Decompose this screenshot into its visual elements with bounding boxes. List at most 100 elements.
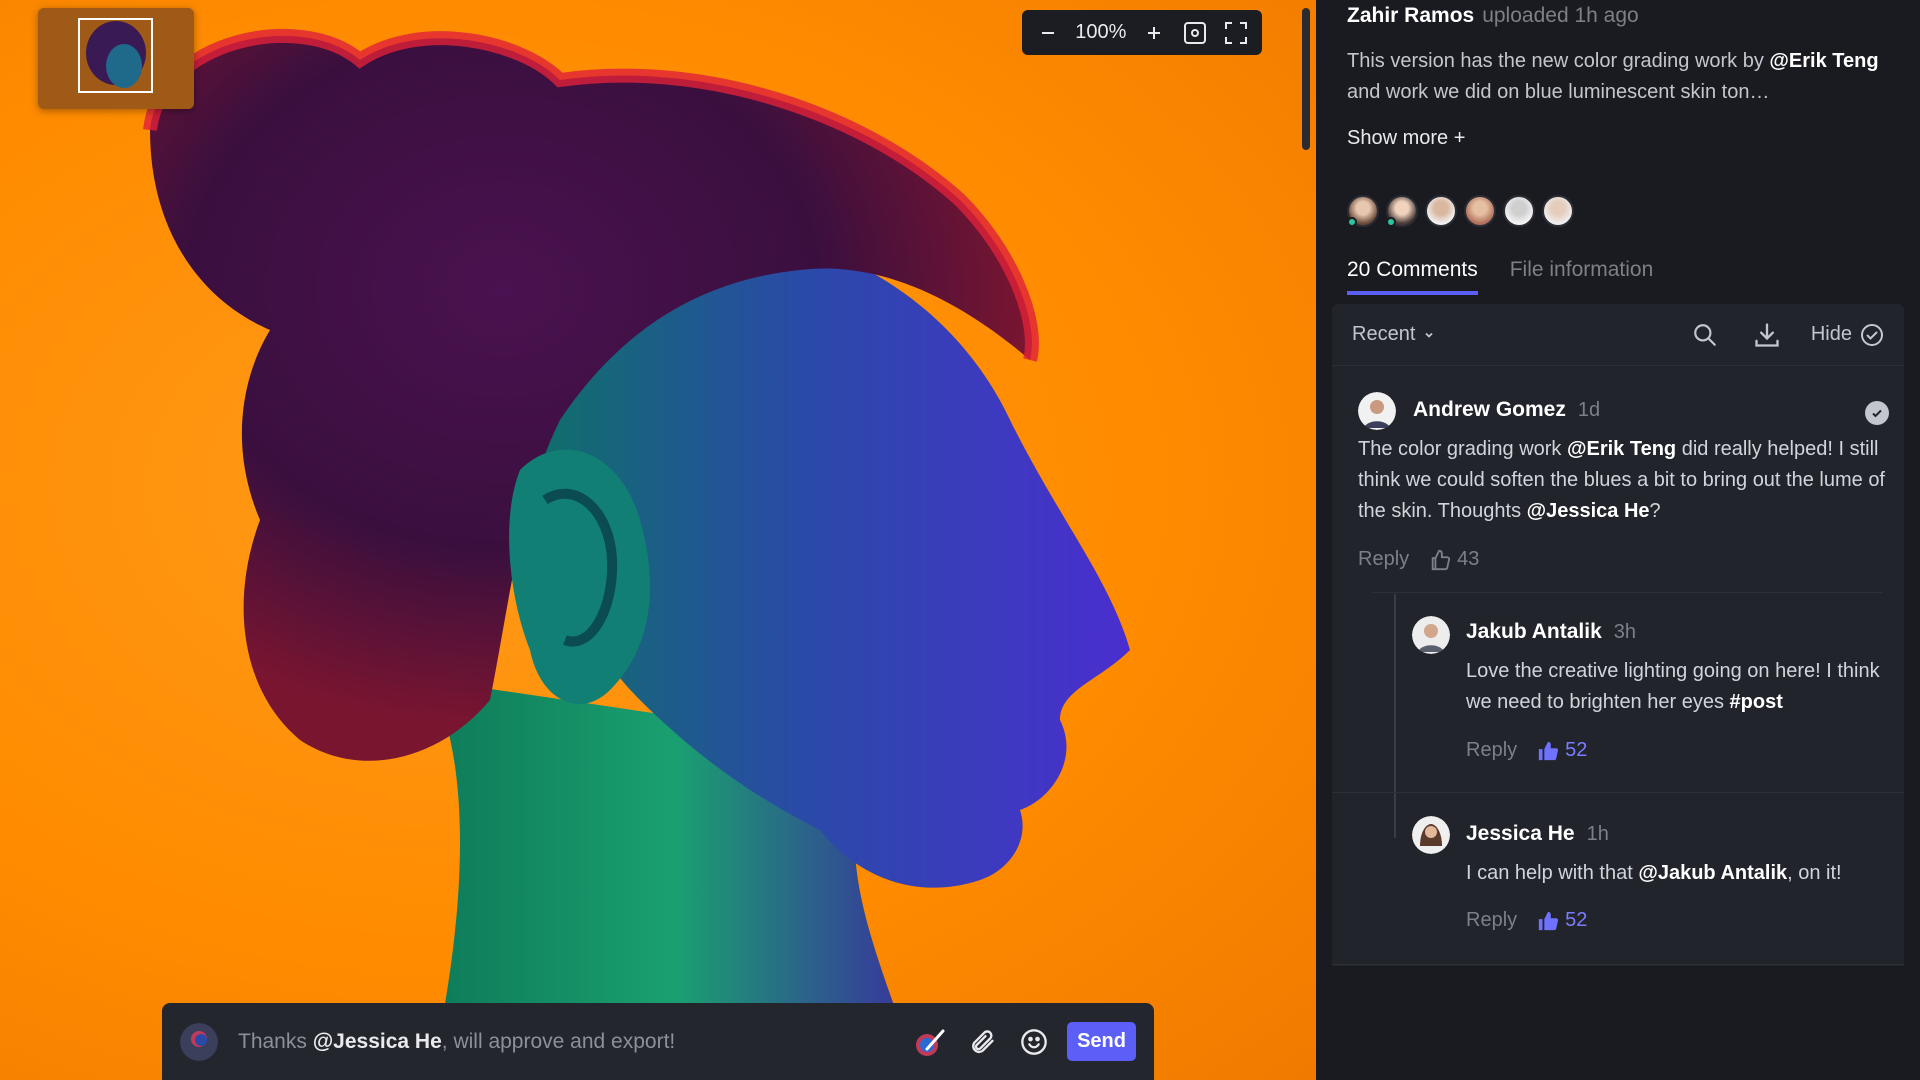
upload-time: uploaded 1h ago [1482,4,1639,27]
search-button[interactable] [1689,319,1721,351]
comments-panel: Zahir Ramos uploaded 1h ago This version … [1316,0,1920,1080]
avatar[interactable] [1358,392,1396,430]
comment-actions: Reply 52 [1466,739,1587,762]
scrollbar[interactable] [1302,8,1310,150]
like-button[interactable]: 43 [1429,548,1479,571]
thumbs-up-icon [1538,911,1559,930]
comment-text-part: , on it! [1787,862,1842,884]
comment-list: Andrew Gomez 1d The color grading work @E… [1332,366,1904,966]
avatar [180,1022,218,1061]
avatar[interactable] [1386,195,1418,227]
plus-icon [1147,26,1160,39]
avatar[interactable] [1412,616,1450,654]
zoom-level: 100% [1075,21,1127,43]
like-button[interactable]: 52 [1537,909,1587,932]
mention[interactable]: @Jakub Antalik [1638,862,1787,884]
divider [1332,964,1904,965]
attach-button[interactable] [965,1025,999,1059]
smile-icon [1021,1028,1047,1055]
sort-dropdown[interactable]: Recent [1352,323,1435,346]
comment-input[interactable]: Thanks @Jessica He, will approve and exp… [238,1030,913,1054]
search-icon [1694,323,1716,346]
comments-toolbar: Recent Hide [1332,304,1904,366]
comment-reply: Jessica He 1h I can help with that @Jakub… [1332,794,1904,964]
panel-tabs: 20 Comments File information [1347,258,1653,295]
paperclip-icon [972,1029,994,1053]
avatar[interactable] [1425,195,1457,227]
description-mention[interactable]: @Erik Teng [1769,50,1878,72]
zoom-in-button[interactable] [1140,19,1168,47]
hashtag[interactable]: #post [1730,691,1783,713]
comment-time: 1d [1577,399,1601,421]
like-button[interactable]: 52 [1537,739,1587,762]
zoom-out-button[interactable] [1034,19,1062,47]
fit-screen-icon [1183,21,1206,44]
hide-resolved-toggle[interactable]: Hide [1811,323,1884,347]
avatar[interactable] [1542,195,1574,227]
comment-item: Andrew Gomez 1d The color grading work @E… [1332,366,1904,586]
viewer-avatars [1347,195,1574,227]
comment-text: The color grading work @Erik Teng did re… [1358,434,1888,527]
comment-actions: Reply 43 [1358,548,1479,571]
show-more-link[interactable]: Show more + [1347,127,1465,150]
comment-time: 3h [1613,621,1637,643]
image-canvas[interactable]: 100% Thanks @Jessica He, will approve an… [0,0,1316,1080]
send-button[interactable]: Send [1067,1022,1136,1061]
zoom-toolbar: 100% [1022,10,1262,55]
reply-button[interactable]: Reply [1358,548,1409,571]
uploader-name[interactable]: Zahir Ramos [1347,4,1474,27]
emoji-button[interactable] [1017,1025,1051,1059]
like-count: 52 [1565,739,1588,761]
like-count: 52 [1565,909,1588,931]
thumbs-up-icon [1431,549,1451,570]
divider [1332,792,1904,793]
composer-suffix: , will approve and export! [441,1029,676,1053]
comment-author[interactable]: Jessica He 1h [1466,822,1609,846]
hide-label: Hide [1810,323,1852,345]
comment-text: Love the creative lighting going on here… [1466,656,1886,718]
brush-icon [916,1029,945,1056]
check-circle-icon [1861,323,1883,346]
fullscreen-icon [1224,21,1247,44]
description-text: This version has the new color grading w… [1347,50,1770,72]
author-name: Jakub Antalik [1466,620,1602,643]
navigator-thumbnail[interactable] [38,8,194,109]
draw-button[interactable] [913,1025,947,1059]
comment-author[interactable]: Jakub Antalik 3h [1466,620,1636,644]
minus-icon [1042,31,1054,34]
viewport-frame[interactable] [78,18,153,93]
comment-text-part: ? [1649,500,1661,522]
avatar[interactable] [1464,195,1496,227]
resolve-button[interactable] [1865,401,1889,425]
comment-time: 1h [1586,823,1609,845]
chevron-down-icon [1425,332,1434,338]
divider [1372,592,1882,593]
composer-mention: @Jessica He [312,1029,442,1053]
reply-button[interactable]: Reply [1466,739,1517,762]
comment-actions: Reply 52 [1466,909,1587,932]
comment-text-part: The color grading work [1358,438,1567,460]
reply-button[interactable]: Reply [1466,909,1517,932]
comment-reply: Jakub Antalik 3h Love the creative lighti… [1332,594,1904,794]
tab-comments[interactable]: 20 Comments [1347,258,1478,295]
avatar[interactable] [1412,816,1450,854]
comment-text-part: I can help with that [1466,862,1639,884]
upload-info: Zahir Ramos uploaded 1h ago [1347,4,1639,28]
tab-file-information[interactable]: File information [1510,258,1654,295]
download-icon [1755,322,1779,347]
author-name: Andrew Gomez [1413,398,1566,421]
avatar[interactable] [1503,195,1535,227]
portrait-image [143,28,1130,1080]
download-button[interactable] [1751,319,1783,351]
mention[interactable]: @Erik Teng [1567,438,1676,460]
comment-text-part: Love the creative lighting going on here… [1466,660,1880,713]
thumbs-up-icon [1538,741,1559,760]
avatar[interactable] [1347,195,1379,227]
composer-prefix: Thanks [238,1029,313,1053]
like-count: 43 [1457,548,1480,570]
description-text-end: and work we did on blue luminescent skin… [1347,81,1770,103]
mention[interactable]: @Jessica He [1527,500,1650,522]
fit-to-screen-button[interactable] [1181,19,1209,47]
fullscreen-button[interactable] [1222,19,1250,47]
comment-author[interactable]: Andrew Gomez 1d [1413,398,1600,422]
